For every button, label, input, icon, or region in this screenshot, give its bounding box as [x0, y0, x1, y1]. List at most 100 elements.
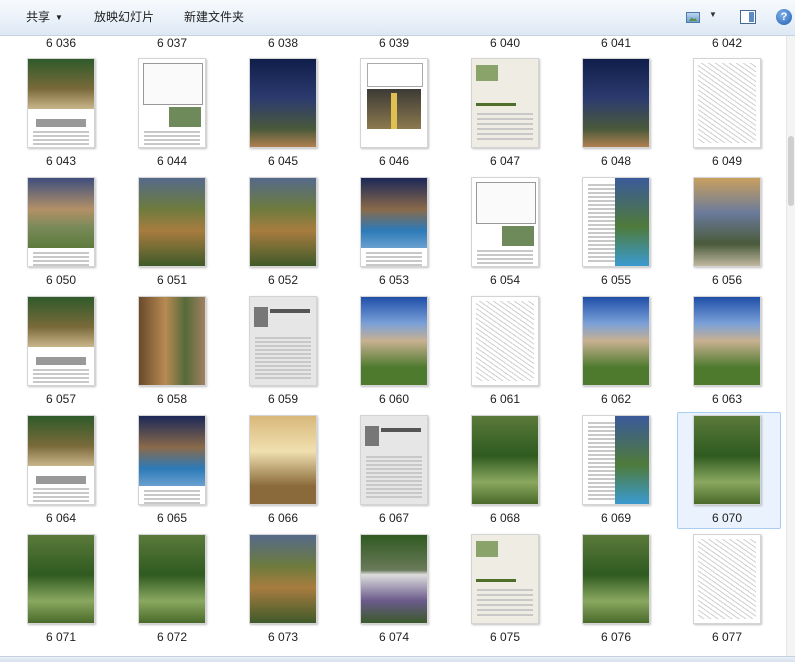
help-icon[interactable]: ? [776, 9, 792, 25]
vertical-scrollbar[interactable] [786, 36, 795, 656]
file-label[interactable]: 6 059 [228, 392, 338, 406]
file-label[interactable]: 6 055 [561, 273, 671, 287]
thumbnail-content [476, 65, 498, 81]
image-thumbnail[interactable] [693, 415, 761, 505]
change-view-icon[interactable] [686, 12, 700, 23]
view-options-chevron-icon[interactable]: ▼ [709, 10, 717, 19]
file-label[interactable]: 6 050 [6, 273, 116, 287]
thumbnail-content [366, 480, 422, 482]
thumbnail-content [36, 476, 86, 484]
image-thumbnail[interactable] [360, 296, 428, 386]
image-thumbnail[interactable] [27, 296, 95, 386]
thumbnail-content [477, 604, 533, 606]
image-thumbnail[interactable] [693, 58, 761, 148]
file-label[interactable]: 6 075 [450, 630, 560, 644]
file-label[interactable]: 6 047 [450, 154, 560, 168]
file-label[interactable]: 6 074 [339, 630, 449, 644]
share-button[interactable]: 共享 ▼ [18, 0, 71, 35]
file-label[interactable]: 6 051 [117, 273, 227, 287]
image-thumbnail[interactable] [582, 58, 650, 148]
image-thumbnail[interactable] [138, 177, 206, 267]
thumbnail-content [33, 256, 89, 258]
image-thumbnail[interactable] [582, 177, 650, 267]
file-label[interactable]: 6 046 [339, 154, 449, 168]
file-label[interactable]: 6 070 [672, 511, 782, 525]
file-label[interactable]: 6 038 [228, 36, 338, 50]
image-thumbnail[interactable] [249, 58, 317, 148]
file-label[interactable]: 6 036 [6, 36, 116, 50]
file-label[interactable]: 6 054 [450, 273, 560, 287]
scrollbar-thumb[interactable] [788, 136, 794, 206]
image-thumbnail[interactable] [582, 534, 650, 624]
image-thumbnail[interactable] [693, 177, 761, 267]
image-thumbnail[interactable] [360, 58, 428, 148]
file-label[interactable]: 6 049 [672, 154, 782, 168]
file-label[interactable]: 6 042 [672, 36, 782, 50]
image-thumbnail[interactable] [471, 58, 539, 148]
file-label[interactable]: 6 060 [339, 392, 449, 406]
image-thumbnail[interactable] [249, 296, 317, 386]
image-thumbnail[interactable] [138, 415, 206, 505]
file-label[interactable]: 6 043 [6, 154, 116, 168]
image-thumbnail[interactable] [249, 177, 317, 267]
thumbnail-content [477, 609, 533, 611]
file-label[interactable]: 6 052 [228, 273, 338, 287]
image-thumbnail[interactable] [27, 177, 95, 267]
image-thumbnail[interactable] [471, 296, 539, 386]
thumbnail-content [477, 262, 533, 264]
preview-pane-icon[interactable] [740, 10, 756, 24]
file-label[interactable]: 6 068 [450, 511, 560, 525]
file-label[interactable]: 6 063 [672, 392, 782, 406]
slideshow-button[interactable]: 放映幻灯片 [86, 0, 162, 35]
file-label[interactable]: 6 058 [117, 392, 227, 406]
file-label[interactable]: 6 053 [339, 273, 449, 287]
image-thumbnail[interactable] [693, 296, 761, 386]
file-label[interactable]: 6 048 [561, 154, 671, 168]
image-thumbnail[interactable] [360, 177, 428, 267]
file-label[interactable]: 6 041 [561, 36, 671, 50]
image-thumbnail[interactable] [582, 296, 650, 386]
image-thumbnail[interactable] [249, 534, 317, 624]
file-label[interactable]: 6 076 [561, 630, 671, 644]
file-label[interactable]: 6 072 [117, 630, 227, 644]
file-label[interactable]: 6 045 [228, 154, 338, 168]
image-thumbnail[interactable] [471, 415, 539, 505]
image-thumbnail[interactable] [138, 58, 206, 148]
file-label[interactable]: 6 037 [117, 36, 227, 50]
image-thumbnail[interactable] [471, 177, 539, 267]
file-label[interactable]: 6 062 [561, 392, 671, 406]
image-thumbnail[interactable] [360, 415, 428, 505]
thumbnail-content [144, 490, 200, 492]
image-thumbnail[interactable] [27, 415, 95, 505]
file-label[interactable]: 6 077 [672, 630, 782, 644]
thumbnail-content [254, 307, 268, 327]
image-thumbnail[interactable] [27, 58, 95, 148]
file-label[interactable]: 6 039 [339, 36, 449, 50]
file-label[interactable]: 6 061 [450, 392, 560, 406]
image-thumbnail[interactable] [582, 415, 650, 505]
thumbnail-content [476, 579, 516, 582]
image-thumbnail[interactable] [27, 534, 95, 624]
image-thumbnail[interactable] [693, 534, 761, 624]
image-thumbnail[interactable] [360, 534, 428, 624]
file-label[interactable]: 6 066 [228, 511, 338, 525]
file-label[interactable]: 6 040 [450, 36, 560, 50]
thumbnail-content [255, 369, 311, 371]
new-folder-button[interactable]: 新建文件夹 [176, 0, 252, 35]
file-label[interactable]: 6 065 [117, 511, 227, 525]
thumbnail-content [365, 426, 379, 446]
image-thumbnail[interactable] [138, 296, 206, 386]
image-thumbnail[interactable] [138, 534, 206, 624]
file-label[interactable]: 6 044 [117, 154, 227, 168]
thumbnail-content [28, 416, 94, 466]
file-label[interactable]: 6 069 [561, 511, 671, 525]
image-thumbnail[interactable] [249, 415, 317, 505]
image-thumbnail[interactable] [471, 534, 539, 624]
file-label[interactable]: 6 071 [6, 630, 116, 644]
file-label[interactable]: 6 056 [672, 273, 782, 287]
file-label[interactable]: 6 073 [228, 630, 338, 644]
thumbnail-content [33, 488, 89, 490]
file-label[interactable]: 6 064 [6, 511, 116, 525]
file-label[interactable]: 6 067 [339, 511, 449, 525]
file-label[interactable]: 6 057 [6, 392, 116, 406]
